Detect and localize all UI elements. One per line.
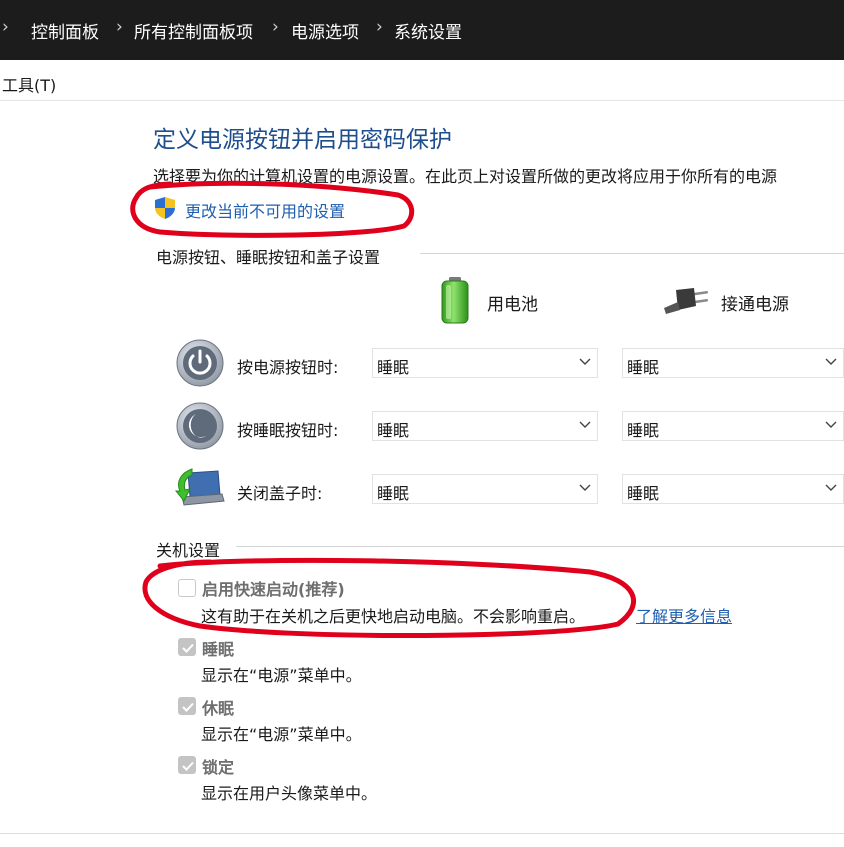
page-description: 选择要为你的计算机设置的电源设置。在此页上对设置所做的更改将应用于你所有的电源 (153, 167, 778, 186)
select-value: 睡眠 (627, 358, 660, 377)
breadcrumb-all-items[interactable]: 所有控制面板项 (134, 18, 253, 43)
select-value: 睡眠 (377, 421, 410, 440)
lid-plugged-select[interactable]: 睡眠 (622, 474, 844, 504)
change-unavailable-settings-link[interactable]: 更改当前不可用的设置 (185, 198, 345, 222)
fast-startup-checkbox[interactable] (178, 579, 196, 597)
menu-bar: 工具(T) (0, 60, 844, 101)
hibernate-checkbox[interactable] (178, 697, 196, 715)
hibernate-label: 休眠 (202, 699, 235, 718)
sleep-button-row-label: 按睡眠按钮时: (237, 421, 339, 440)
battery-column-label: 用电池 (487, 295, 538, 315)
battery-icon (441, 277, 469, 324)
section-divider (420, 253, 844, 254)
lid-battery-select[interactable]: 睡眠 (372, 474, 598, 504)
chevron-down-icon (825, 421, 837, 428)
chevron-right-icon: › (376, 17, 383, 37)
bottom-divider (0, 833, 844, 834)
lid-row-label: 关闭盖子时: (237, 484, 323, 503)
learn-more-link[interactable]: 了解更多信息 (636, 603, 732, 627)
shutdown-section-title: 关机设置 (156, 541, 221, 560)
sleep-button-icon (176, 402, 224, 450)
page-title: 定义电源按钮并启用密码保护 (153, 127, 452, 153)
fast-startup-label: 启用快速启动(推荐) (202, 580, 345, 599)
section-divider (236, 546, 844, 547)
sleep-checkbox[interactable] (178, 638, 196, 656)
menu-tools[interactable]: 工具(T) (2, 72, 56, 96)
power-buttons-section-title: 电源按钮、睡眠按钮和盖子设置 (156, 248, 381, 267)
chevron-right-icon: › (272, 17, 279, 37)
lock-checkbox[interactable] (178, 756, 196, 774)
sleep-label: 睡眠 (202, 640, 235, 659)
chevron-down-icon (579, 358, 591, 365)
chevron-down-icon (825, 484, 837, 491)
power-button-row-label: 按电源按钮时: (237, 358, 339, 377)
checkmark-icon (182, 761, 194, 771)
sleep-button-plugged-select[interactable]: 睡眠 (622, 411, 844, 441)
select-value: 睡眠 (377, 358, 410, 377)
chevron-down-icon (579, 421, 591, 428)
hibernate-description: 显示在“电源”菜单中。 (201, 725, 362, 744)
power-button-icon (176, 339, 224, 387)
breadcrumb-power-options[interactable]: 电源选项 (291, 18, 359, 43)
checkmark-icon (182, 702, 194, 712)
breadcrumb-control-panel[interactable]: 控制面板 (31, 18, 99, 43)
power-button-battery-select[interactable]: 睡眠 (372, 348, 598, 378)
power-plug-icon (664, 288, 709, 314)
address-bar[interactable]: › 控制面板 › 所有控制面板项 › 电源选项 › 系统设置 (0, 0, 844, 60)
breadcrumb-system-settings[interactable]: 系统设置 (394, 18, 462, 43)
chevron-right-icon: › (2, 17, 9, 37)
sleep-description: 显示在“电源”菜单中。 (201, 666, 362, 685)
lock-description: 显示在用户头像菜单中。 (201, 784, 378, 803)
chevron-down-icon (825, 358, 837, 365)
chevron-right-icon: › (116, 17, 123, 37)
chevron-down-icon (579, 484, 591, 491)
uac-shield-icon (155, 197, 175, 219)
power-button-plugged-select[interactable]: 睡眠 (622, 348, 844, 378)
select-value: 睡眠 (377, 484, 410, 503)
fast-startup-description: 这有助于在关机之后更快地启动电脑。不会影响重启。 (201, 607, 586, 626)
sleep-button-battery-select[interactable]: 睡眠 (372, 411, 598, 441)
lock-label: 锁定 (202, 758, 235, 777)
checkmark-icon (182, 643, 194, 653)
laptop-lid-icon (174, 468, 225, 506)
select-value: 睡眠 (627, 484, 660, 503)
plugged-in-column-label: 接通电源 (721, 295, 789, 315)
select-value: 睡眠 (627, 421, 660, 440)
